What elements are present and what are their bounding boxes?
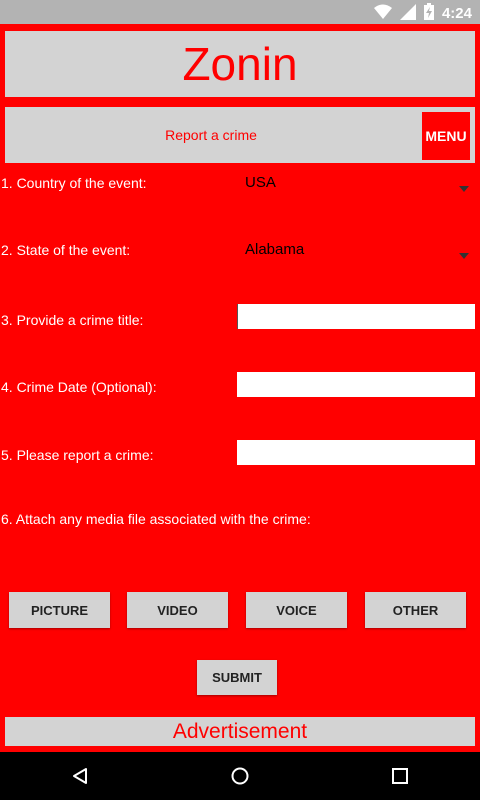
- menu-button[interactable]: MENU: [422, 112, 470, 160]
- crime-title-input[interactable]: [237, 304, 475, 329]
- app-title: Zonin: [182, 38, 298, 90]
- app-header: Zonin: [5, 31, 475, 97]
- state-label: 2. State of the event:: [1, 242, 131, 258]
- wifi-icon: [373, 4, 392, 25]
- back-icon[interactable]: [68, 764, 92, 788]
- media-label: 6. Attach any media file associated with…: [1, 511, 311, 527]
- other-button[interactable]: OTHER: [365, 592, 466, 628]
- recents-icon[interactable]: [388, 764, 412, 788]
- state-dropdown[interactable]: Alabama: [237, 238, 475, 262]
- picture-button[interactable]: PICTURE: [9, 592, 110, 628]
- page-subheader: Report a crime MENU: [5, 107, 475, 163]
- country-dropdown[interactable]: USA: [237, 171, 475, 195]
- voice-button[interactable]: VOICE: [246, 592, 347, 628]
- video-button[interactable]: VIDEO: [127, 592, 228, 628]
- country-label: 1. Country of the event:: [1, 175, 147, 191]
- crime-report-input[interactable]: [237, 440, 475, 465]
- submit-button[interactable]: SUBMIT: [197, 660, 277, 695]
- dropdown-arrow-icon: [459, 246, 469, 264]
- advertisement-text: Advertisement: [172, 719, 308, 743]
- home-icon[interactable]: [228, 764, 252, 788]
- country-value: USA: [245, 174, 276, 191]
- dropdown-arrow-icon: [459, 179, 469, 197]
- page-title: Report a crime: [165, 127, 257, 143]
- crime-title-label: 3. Provide a crime title:: [1, 312, 144, 328]
- crime-report-label: 5. Please report a crime:: [1, 447, 154, 463]
- status-time: 4:24: [441, 5, 472, 22]
- signal-icon: [399, 3, 416, 25]
- advertisement-banner[interactable]: Advertisement: [5, 717, 475, 746]
- crime-date-input[interactable]: [237, 372, 475, 397]
- navigation-bar: [0, 752, 480, 800]
- status-icons: 4:24: [373, 3, 472, 25]
- media-buttons: PICTURE VIDEO VOICE OTHER: [9, 592, 467, 628]
- state-value: Alabama: [245, 241, 305, 258]
- battery-charging-icon: [423, 3, 434, 25]
- crime-date-label: 4. Crime Date (Optional):: [1, 379, 157, 395]
- status-bar: 4:24: [0, 0, 480, 24]
